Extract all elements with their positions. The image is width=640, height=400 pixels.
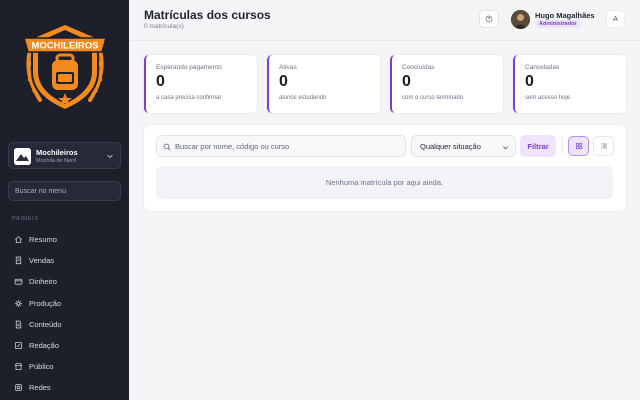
sidebar-item-producao[interactable]: Produção [0, 293, 129, 314]
stat-value: 0 [402, 73, 411, 90]
stat-description: com o curso terminado [402, 95, 464, 101]
stat-value: 0 [156, 73, 165, 90]
stat-label: Canceladas [525, 64, 560, 71]
sidebar-item-vendas[interactable]: Vendas [0, 250, 129, 271]
stat-description: sem acesso hoje [525, 95, 571, 101]
mochileiros-logo-icon[interactable]: MOCHILEIROS [22, 20, 108, 114]
stat-card-concluidas: Concluídas 0 com o curso terminado [390, 55, 503, 113]
view-toggle-divider [562, 137, 563, 155]
list-view-button[interactable] [593, 136, 614, 156]
filter-button[interactable]: Filtrar [520, 135, 556, 157]
user-role-badge: Administrador [535, 20, 581, 28]
grid-view-button[interactable] [568, 136, 589, 156]
chevron-down-icon [503, 146, 508, 150]
stat-card-canceladas: Canceladas 0 sem acesso hoje [513, 55, 626, 113]
stat-card-ativas: Ativas 0 alunos estudando [267, 55, 380, 113]
mountain-icon [14, 148, 31, 165]
sparkle-icon [14, 299, 23, 307]
chevron-down-icon [107, 154, 113, 159]
list-icon [600, 143, 607, 149]
help-button[interactable] [479, 10, 499, 28]
logo-wordmark: MOCHILEIROS [31, 41, 98, 52]
home-icon [15, 236, 22, 244]
stat-label: Ativas [279, 64, 297, 71]
stat-value: 0 [525, 73, 534, 90]
sidebar-item-dinheiro[interactable]: Dinheiro [0, 271, 129, 292]
sidebar-item-conteudo[interactable]: Conteúdo [0, 314, 129, 335]
sidebar-item-label: Dinheiro [29, 277, 57, 287]
user-photo-icon [511, 10, 530, 29]
user-name: Hugo Magalhães [535, 11, 595, 20]
grid-icon [575, 142, 582, 150]
enrollments-panel: Qualquer situação Filtrar Nenhuma matríc… [144, 125, 626, 211]
sidebar-item-label: Produção [29, 298, 62, 308]
help-circle-icon [485, 15, 493, 23]
sidebar-nav: Resumo Vendas Dinheiro Produção Conteúdo… [0, 229, 129, 399]
sidebar-item-publico[interactable]: Público [0, 356, 129, 377]
document-icon [15, 320, 22, 329]
org-avatar [14, 148, 31, 165]
org-switcher[interactable]: Mochileiros Mochila de Nerd [8, 142, 121, 169]
sidebar-item-resumo[interactable]: Resumo [0, 229, 129, 250]
status-select[interactable]: Qualquer situação [411, 135, 516, 157]
stat-description: alunos estudando [279, 95, 327, 101]
menu-search-input[interactable] [8, 181, 121, 201]
storefront-icon [14, 363, 23, 371]
status-selected-value: Qualquer situação [420, 142, 481, 151]
pencil-square-icon [14, 341, 23, 350]
stat-label: Esperando pagamento [156, 64, 222, 71]
org-name: Mochileiros [36, 148, 78, 157]
stat-card-esperando: Esperando pagamento 0 a casa precisa con… [144, 55, 257, 113]
sidebar-item-label: Público [29, 362, 54, 372]
enrollment-search[interactable] [156, 135, 406, 157]
instagram-icon [14, 384, 23, 392]
section-label: PAINÉIS [12, 216, 39, 222]
user-avatar[interactable] [511, 10, 530, 29]
receipt-icon [15, 256, 22, 265]
wallet-icon [14, 279, 23, 286]
sidebar-item-redacao[interactable]: Redação [0, 335, 129, 356]
sidebar-item-redes[interactable]: Redes [0, 377, 129, 398]
sidebar-item-label: Redes [29, 383, 51, 393]
sidebar-item-label: Conteúdo [29, 319, 62, 329]
empty-state-message: Nenhuma matrícula por aqui ainda. [156, 166, 613, 199]
search-icon [163, 143, 171, 151]
stat-description: a casa precisa confirmar [156, 95, 222, 101]
stat-value: 0 [279, 73, 288, 90]
org-subtitle: Mochila de Nerd [36, 158, 77, 164]
page-title: Matrículas dos cursos [144, 8, 271, 22]
sidebar-item-label: Vendas [29, 256, 55, 266]
stat-label: Concluídas [402, 64, 435, 71]
sidebar-item-label: Resumo [29, 235, 57, 245]
enrollment-count: 0 matrícula(s) [144, 23, 184, 30]
sidebar: MOCHILEIROS Mochileiros Mochila de Nerd … [0, 0, 129, 400]
enrollment-search-input[interactable] [175, 136, 403, 156]
header-divider [129, 40, 640, 41]
sidebar-item-label: Redação [29, 341, 60, 351]
account-menu-button[interactable]: A [606, 10, 625, 28]
